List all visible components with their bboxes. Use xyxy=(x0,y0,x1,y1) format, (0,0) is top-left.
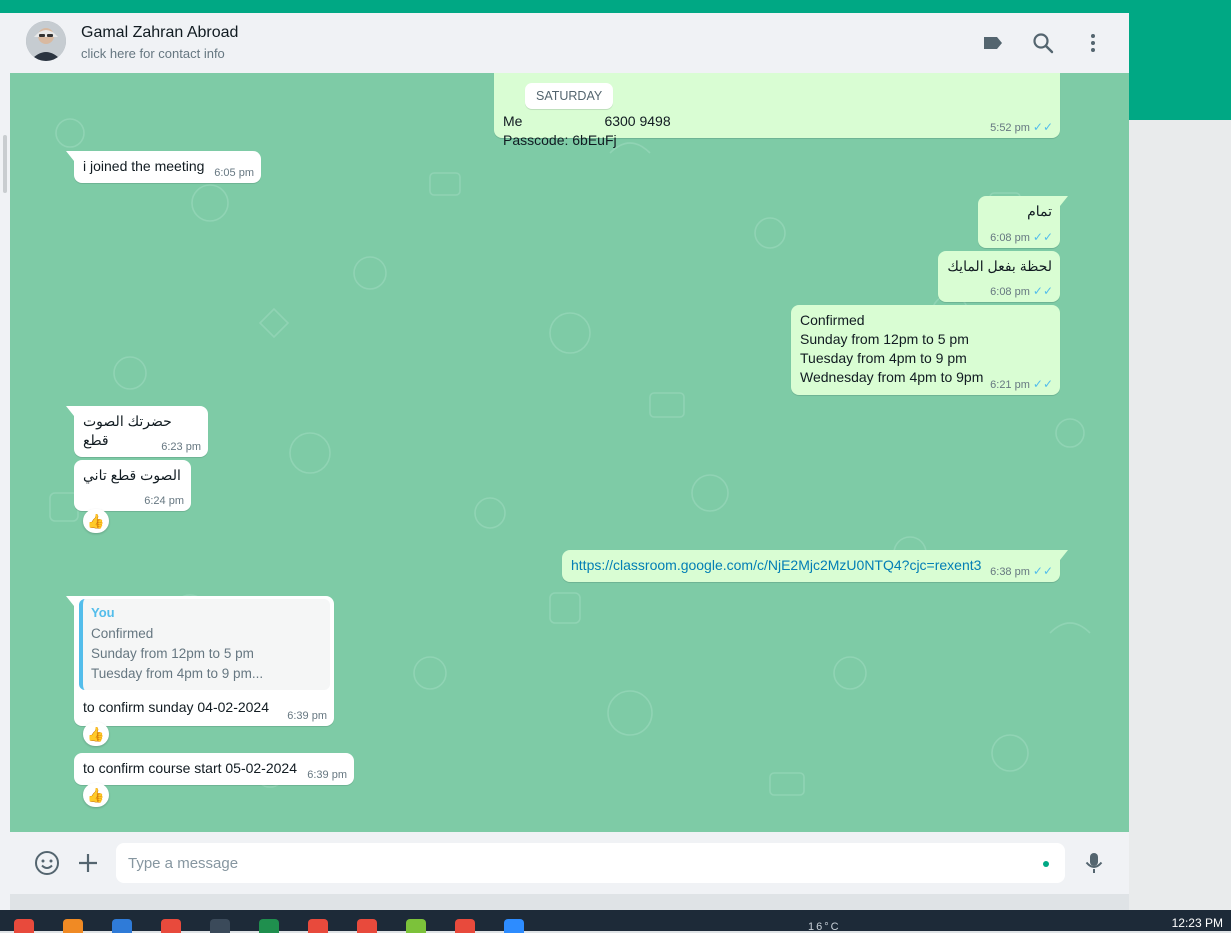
message-time: 5:52 pm ✓✓ xyxy=(990,120,1053,134)
os-taskbar: 16°C 12:23 PM xyxy=(0,910,1231,933)
search-icon[interactable] xyxy=(1031,31,1055,55)
chat-window: Gamal Zahran Abroad click here for conta… xyxy=(10,13,1129,894)
message-time: 6:05 pm xyxy=(214,167,254,179)
message-time: 6:08 pm xyxy=(990,232,1030,244)
message-text: Me xyxy=(503,113,523,129)
plus-icon[interactable] xyxy=(75,850,101,876)
message-time: 6:39 pm xyxy=(307,769,347,781)
date-separator: SATURDAY xyxy=(525,83,614,109)
message-incoming[interactable]: الصوت قطع تاني 6:24 pm xyxy=(74,460,191,511)
reaction-thumbs-up-icon[interactable]: 👍 xyxy=(83,783,109,807)
menu-icon[interactable] xyxy=(1081,31,1105,55)
message-time: 6:38 pm xyxy=(990,566,1030,578)
quoted-author: You xyxy=(91,605,115,620)
message-outgoing[interactable]: https://classroom.google.com/c/NjE2Mjc2M… xyxy=(562,550,1068,582)
message-time: 6:24 pm xyxy=(144,495,184,507)
status-dot xyxy=(1043,861,1049,867)
message-input[interactable] xyxy=(116,843,1020,883)
message-text: الصوت قطع تاني xyxy=(83,467,181,483)
read-ticks-icon: ✓✓ xyxy=(1032,564,1053,578)
message-incoming[interactable]: You Confirmed Sunday from 12pm to 5 pm T… xyxy=(66,596,334,726)
message-outgoing[interactable]: تمام 6:08 pm ✓✓ xyxy=(978,196,1068,248)
message-text: لحظة بفعل المايك xyxy=(947,258,1052,274)
reaction-thumbs-up-icon[interactable]: 👍 xyxy=(83,722,109,746)
contact-info-hint[interactable]: click here for contact info xyxy=(81,46,225,61)
message-text: تمام xyxy=(1027,203,1052,219)
read-ticks-icon: ✓✓ xyxy=(1032,284,1053,298)
top-accent-band xyxy=(0,0,1231,13)
message-time: 6:08 pm xyxy=(990,286,1030,298)
message-link[interactable]: https://classroom.google.com/c/NjE2Mjc2M… xyxy=(571,556,1052,575)
message-outgoing[interactable]: لحظة بفعل المايك 6:08 pm ✓✓ xyxy=(938,251,1060,302)
message-time: 6:23 pm xyxy=(161,441,201,453)
reaction-thumbs-up-icon[interactable]: 👍 xyxy=(83,509,109,533)
quoted-message[interactable]: You Confirmed Sunday from 12pm to 5 pm T… xyxy=(79,599,330,690)
message-incoming[interactable]: i joined the meeting 6:05 pm xyxy=(66,151,261,183)
message-text: Passcode: 6bEuFj xyxy=(503,132,617,148)
read-ticks-icon: ✓✓ xyxy=(1032,230,1053,244)
message-text: Confirmed Sunday from 12pm to 5 pm Tuesd… xyxy=(800,312,984,385)
weather-tray[interactable]: 16°C xyxy=(808,921,841,933)
avatar[interactable] xyxy=(26,21,66,61)
message-incoming[interactable]: to confirm course start 05-02-2024 6:39 … xyxy=(74,753,354,785)
message-incoming[interactable]: حضرتك الصوت قطع 6:23 pm xyxy=(66,406,208,457)
chat-area[interactable]: Me 6300 9498 Passcode: 6bEuFj 5:52 pm ✓✓ S… xyxy=(10,73,1129,832)
message-time: 6:39 pm xyxy=(287,710,327,722)
clock[interactable]: 12:23 PM xyxy=(1172,916,1223,930)
read-ticks-icon: ✓✓ xyxy=(1032,120,1053,134)
scrollbar-thumb[interactable] xyxy=(3,135,7,193)
mic-icon[interactable] xyxy=(1081,850,1107,876)
read-ticks-icon: ✓✓ xyxy=(1032,377,1053,391)
contact-name[interactable]: Gamal Zahran Abroad xyxy=(81,24,238,42)
composer xyxy=(10,832,1129,894)
chat-header[interactable]: Gamal Zahran Abroad click here for conta… xyxy=(10,13,1129,74)
background-panel xyxy=(1129,120,1231,910)
background-accent xyxy=(1129,13,1231,120)
message-text: 6300 9498 xyxy=(604,113,671,129)
message-outgoing[interactable]: Confirmed Sunday from 12pm to 5 pm Tuesd… xyxy=(791,305,1060,395)
quoted-text: Confirmed Sunday from 12pm to 5 pm Tuesd… xyxy=(91,626,264,681)
message-time: 6:21 pm xyxy=(990,379,1030,391)
emoji-icon[interactable] xyxy=(34,850,60,876)
label-icon[interactable] xyxy=(981,31,1005,55)
left-side-panel xyxy=(0,13,10,910)
message-input-box[interactable] xyxy=(116,843,1065,883)
